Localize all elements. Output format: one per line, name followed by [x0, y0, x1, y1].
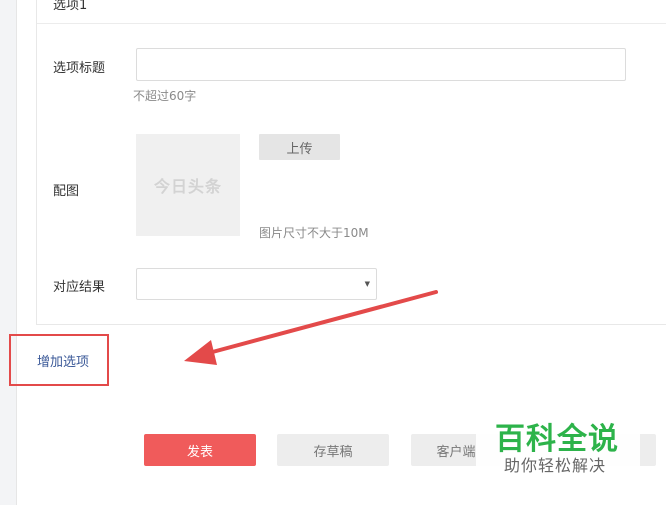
add-option-label: 增加选项 — [37, 354, 90, 370]
save-draft-button[interactable]: 存草稿 — [277, 434, 389, 466]
add-option-link[interactable]: 增加选项 — [9, 334, 109, 386]
image-label: 配图 — [53, 184, 80, 199]
option-header: 选项1 — [37, 0, 666, 24]
watermark: 百科全说 助你轻松解决 — [476, 410, 640, 482]
option-title-hint: 不超过60字 — [133, 89, 197, 103]
option-title-input[interactable] — [136, 48, 626, 81]
toutiao-logo: 今日头条 — [153, 177, 222, 196]
result-label: 对应结果 — [53, 280, 106, 295]
upload-button[interactable]: 上传 — [259, 134, 340, 160]
left-gutter — [0, 0, 17, 505]
image-size-hint: 图片尺寸不大于10M — [259, 226, 369, 240]
option-card: 选项1 选项标题 不超过60字 配图 今日头条 上传 图片尺寸不大于10M 对应… — [36, 0, 666, 325]
caret-down-icon: ▼ — [364, 280, 370, 288]
publish-button[interactable]: 发表 — [144, 434, 256, 466]
image-thumbnail[interactable]: 今日头条 — [136, 134, 240, 236]
watermark-subtitle: 助你轻松解决 — [504, 456, 607, 475]
option-title-label: 选项标题 — [53, 61, 106, 76]
result-select[interactable]: ▼ — [136, 268, 377, 300]
